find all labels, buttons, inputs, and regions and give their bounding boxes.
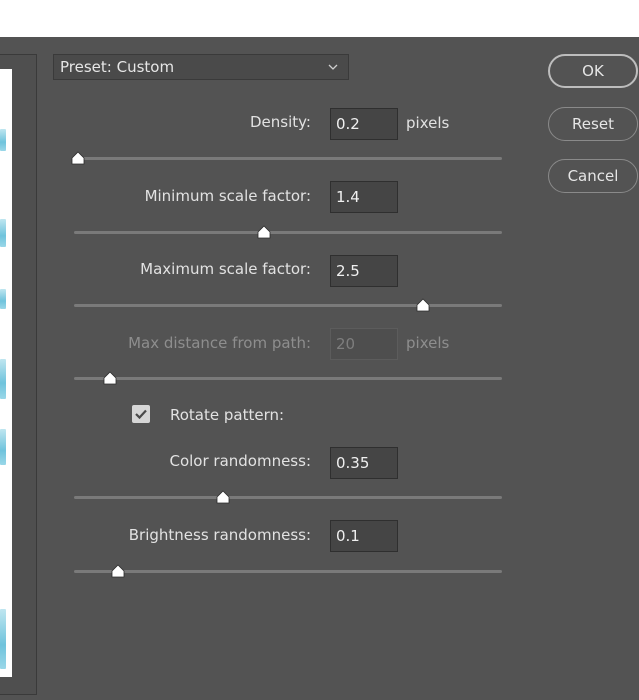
min-scale-field[interactable]: 1.4 [330,181,398,213]
checkmark-icon [135,409,147,420]
preview-crystal [0,359,6,399]
density-label: Density: [250,113,311,131]
max-scale-label: Maximum scale factor: [140,260,311,278]
brightness-randomness-label: Brightness randomness: [128,526,311,544]
preview-crystal [0,129,6,151]
slider-track [74,377,502,380]
brightness-randomness-slider[interactable] [74,564,502,582]
color-randomness-label: Color randomness: [169,452,311,470]
preview-crystal [0,609,6,669]
slider-track [74,570,502,573]
preview-crystal [0,219,6,247]
top-bar [0,0,639,37]
density-unit: pixels [406,114,450,132]
slider-track [74,157,502,160]
max-distance-unit: pixels [406,334,450,352]
preset-dropdown[interactable]: Preset: Custom [53,54,349,80]
slider-thumb[interactable] [71,151,85,165]
preview-canvas [0,69,12,677]
slider-track [74,304,502,307]
max-distance-label: Max distance from path: [128,334,311,352]
color-randomness-field[interactable]: 0.35 [330,447,398,479]
slider-thumb[interactable] [103,371,117,385]
slider-thumb[interactable] [257,225,271,239]
max-scale-field[interactable]: 2.5 [330,255,398,287]
cancel-button[interactable]: Cancel [548,159,638,193]
density-field[interactable]: 0.2 [330,108,398,140]
preview-crystal [0,429,6,465]
ok-button[interactable]: OK [548,54,638,88]
max-distance-field[interactable]: 20 [330,328,398,360]
slider-thumb[interactable] [416,298,430,312]
slider-track [74,231,502,234]
rotate-pattern-checkbox[interactable] [132,405,150,423]
color-randomness-slider[interactable] [74,490,502,508]
slider-thumb[interactable] [111,564,125,578]
min-scale-label: Minimum scale factor: [144,187,311,205]
brightness-randomness-field[interactable]: 0.1 [330,520,398,552]
max-scale-slider[interactable] [74,298,502,316]
slider-track [74,496,502,499]
preview-crystal [0,289,6,309]
min-scale-slider[interactable] [74,225,502,243]
preset-label: Preset: Custom [60,58,175,76]
rotate-pattern-label: Rotate pattern: [170,406,285,424]
density-slider[interactable] [71,151,502,169]
chevron-down-icon [328,64,338,70]
slider-thumb[interactable] [216,490,230,504]
reset-button[interactable]: Reset [548,107,638,141]
max-distance-slider[interactable] [74,371,502,389]
